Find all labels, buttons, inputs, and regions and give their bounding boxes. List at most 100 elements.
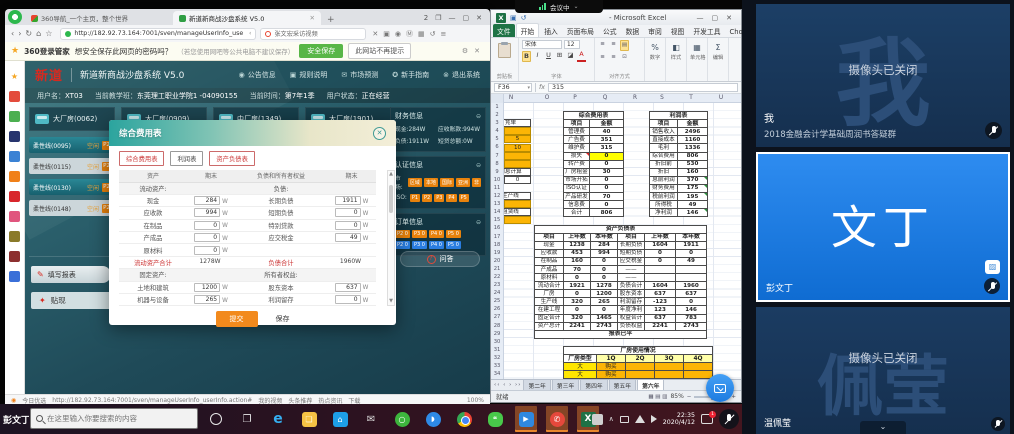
cell-value[interactable]: 1160 xyxy=(678,136,708,144)
cell-value[interactable]: 175 xyxy=(678,184,708,192)
webapp-nav-item[interactable]: ✉ 市场预测 xyxy=(341,70,378,80)
merge-center-button[interactable]: ▤ xyxy=(620,40,629,51)
row-header[interactable]: 34 xyxy=(491,370,503,378)
taskbar-app-slot[interactable]: ○ xyxy=(391,406,413,432)
wifi-icon[interactable] xyxy=(635,415,645,423)
browser-tab-sandbox[interactable]: 新道新商战沙盘系统 V5.0 ✕ xyxy=(173,11,321,25)
cell-value[interactable]: 806 xyxy=(678,152,708,160)
cell-value[interactable]: 1604 xyxy=(645,241,676,249)
taskbar-app-slot[interactable]: ❐ xyxy=(236,406,258,432)
star-icon[interactable]: ★ xyxy=(11,46,19,56)
cell-value[interactable] xyxy=(626,371,655,379)
name-box[interactable]: F36▾ xyxy=(494,83,532,92)
align-top-icon[interactable]: ≡ xyxy=(598,40,607,51)
cell-label[interactable]: 在制品 xyxy=(535,257,564,265)
collapse-icon[interactable]: ⊖ xyxy=(476,219,481,226)
bookmark-icon-3[interactable] xyxy=(9,131,20,142)
chrome-icon[interactable] xyxy=(457,412,472,427)
browser-nav-icon[interactable]: › xyxy=(18,29,21,38)
row-header[interactable]: 19 xyxy=(491,249,503,257)
cell-value[interactable]: 0 xyxy=(564,290,591,298)
cell-label[interactable]: 直接成本 xyxy=(650,136,678,144)
italic-button[interactable]: I xyxy=(533,51,542,62)
cell-value[interactable] xyxy=(684,371,713,379)
cell-value[interactable]: 70 xyxy=(564,265,591,273)
cell-value[interactable]: 637 xyxy=(645,290,676,298)
cell-label[interactable]: 产成品 xyxy=(535,265,564,273)
cell-value[interactable]: 购买 xyxy=(597,363,626,371)
border-button[interactable]: ⊞ xyxy=(555,51,564,62)
row-header[interactable]: 32 xyxy=(491,354,503,362)
spreadsheet-grid[interactable]: 竞单 5 10 利息计算 0 生产线 租赁线 综合费用表 项目金额 管理费40广… xyxy=(504,103,741,379)
production-line-item[interactable]: 柔性线(0095) 空闲 P2 xyxy=(29,137,115,153)
webapp-nav-item[interactable]: ✪ 新手指南 xyxy=(392,70,429,80)
cell-label[interactable]: 信息费 xyxy=(564,201,590,209)
microphone-muted-icon[interactable] xyxy=(991,417,1005,431)
value-input[interactable]: 0 xyxy=(335,221,361,230)
bookmark-icon-5[interactable] xyxy=(9,171,20,182)
ribbon-tab[interactable]: 数据 xyxy=(622,24,644,37)
cell-value[interactable]: 637 xyxy=(676,290,707,298)
browser-nav-icon[interactable]: ‹ xyxy=(11,29,14,38)
row-header[interactable]: 10 xyxy=(491,176,503,184)
window-control-icon[interactable]: 2 xyxy=(424,14,428,22)
extension-icon[interactable]: ≡ xyxy=(440,30,446,38)
font-name-select[interactable]: 宋体 xyxy=(522,40,562,49)
mail-icon[interactable]: ✉ xyxy=(364,412,379,427)
phone-app-icon[interactable]: ✆ xyxy=(550,412,565,427)
webapp-nav-item[interactable]: ◉ 公告信息 xyxy=(239,70,276,80)
cell-value[interactable]: 146 xyxy=(676,306,707,314)
cell-value[interactable]: 265 xyxy=(591,298,618,306)
ribbon-tab[interactable]: 页面布局 xyxy=(563,24,598,37)
cell-value[interactable]: 购买 xyxy=(597,371,626,379)
cell-line1-label[interactable]: 生产线 xyxy=(504,192,531,200)
cell-label[interactable]: 销售收入 xyxy=(650,128,678,136)
row-header[interactable]: 26 xyxy=(491,305,503,313)
cell-value[interactable]: 2241 xyxy=(564,322,591,330)
cell-label[interactable]: 净利润 xyxy=(650,209,678,217)
column-header[interactable]: S xyxy=(654,94,670,103)
taskbar-app-slot[interactable] xyxy=(453,406,475,432)
tab-close-icon[interactable]: ✕ xyxy=(310,14,315,22)
save-button[interactable]: 保存 xyxy=(276,314,290,324)
ribbon-tab[interactable]: 开始 xyxy=(516,23,540,37)
search-box[interactable]: 张文宏采访视频 xyxy=(260,28,366,40)
row-header[interactable]: 20 xyxy=(491,257,503,265)
row-header[interactable]: 12 xyxy=(491,192,503,200)
discount-button[interactable]: ✦ 贴现 xyxy=(31,292,111,309)
cell-label[interactable]: 折旧 xyxy=(650,168,678,176)
column-header[interactable]: R xyxy=(627,94,643,103)
scroll-thumb[interactable] xyxy=(389,185,393,213)
value-input[interactable]: 0 xyxy=(335,295,361,304)
cell-value[interactable]: 0 xyxy=(591,257,618,265)
window-control-icon[interactable]: ❐ xyxy=(435,14,441,22)
row-header[interactable]: 11 xyxy=(491,184,503,192)
cell-value[interactable]: 2743 xyxy=(676,322,707,330)
cell-value[interactable]: 123 xyxy=(645,306,676,314)
column-header[interactable]: P xyxy=(567,94,583,103)
align-center-icon[interactable]: ≡ xyxy=(609,53,618,62)
cell-value[interactable]: 0 xyxy=(645,249,676,257)
value-input[interactable]: 1960W xyxy=(340,258,363,267)
cell-value[interactable]: 1911 xyxy=(676,241,707,249)
value-input[interactable]: 637 xyxy=(335,283,361,292)
cell-label[interactable]: 现金 xyxy=(535,241,564,249)
cell-label[interactable]: 负债权益 xyxy=(618,322,645,330)
align-left-icon[interactable]: ≡ xyxy=(598,53,607,62)
cell-value[interactable]: 1960 xyxy=(676,282,707,290)
bookmark-icon-7[interactable] xyxy=(9,211,20,222)
value-input[interactable]: 994 xyxy=(194,208,220,217)
wechat-icon[interactable]: ❝ xyxy=(488,412,503,427)
row-header[interactable]: 33 xyxy=(491,362,503,370)
browser-nav-icon[interactable]: ⌂ xyxy=(36,29,41,38)
cell-label[interactable]: —— xyxy=(618,265,645,273)
cell-label[interactable]: 市场开拓 xyxy=(564,176,590,184)
value-input[interactable]: 0 xyxy=(194,221,220,230)
row-header[interactable]: 1 xyxy=(491,103,503,111)
styles-group[interactable]: ◧ 样式 xyxy=(666,38,687,81)
fill-color-button[interactable]: ◪ xyxy=(566,51,575,62)
cell-value[interactable]: 0 xyxy=(590,160,624,168)
extension-icon[interactable]: ▦ xyxy=(418,30,425,38)
cell-label[interactable]: 厂房租金 xyxy=(564,168,590,176)
cell-value[interactable] xyxy=(676,265,707,273)
